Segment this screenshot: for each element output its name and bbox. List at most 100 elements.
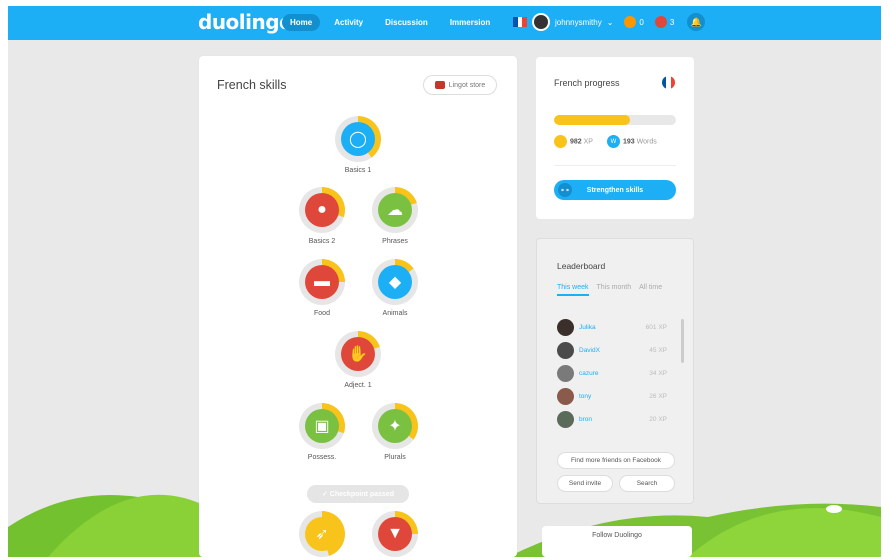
words-unit: Words (636, 138, 657, 146)
xp-unit: XP (583, 138, 593, 146)
strengthen-label: Strengthen skills (586, 186, 644, 194)
duolingo-logo[interactable]: duolingo (198, 10, 293, 34)
skill-basics-2[interactable]: ● Basics 2 (292, 187, 352, 245)
skill-label: Possess. (307, 454, 337, 461)
burger-icon: ▬ (305, 265, 339, 299)
egg-icon: ◯ (341, 122, 375, 156)
leaderboard-name[interactable]: Julika (579, 324, 646, 331)
search-button[interactable]: Search (619, 475, 675, 492)
skills-panel: French skills Lingot store ◯ Basics 1 ● … (199, 56, 517, 557)
skill-possessives[interactable]: ▣ Possess. (292, 403, 352, 461)
skill-label: Food (314, 310, 330, 317)
skill-progress-ring: ◯ (335, 116, 381, 162)
skill-progress-ring: ▣ (299, 403, 345, 449)
main-nav: Home Activity Discussion Immersion (282, 14, 498, 31)
words-value: 193 (622, 138, 635, 146)
tab-all-time[interactable]: All time (639, 284, 662, 296)
send-invite-button[interactable]: Send invite (557, 475, 613, 492)
leaderboard-xp: 26 XP (649, 392, 667, 400)
french-flag-icon (662, 76, 675, 89)
skill-label: Phrases (382, 238, 408, 245)
nav-discussion[interactable]: Discussion (377, 14, 436, 31)
lingot-count: 3 (669, 17, 675, 27)
avatar[interactable] (532, 13, 550, 31)
skill-adjectives-1[interactable]: ✋ Adject. 1 (328, 331, 388, 389)
leaderboard-row[interactable]: Julika 601 XP (557, 318, 667, 336)
nav-immersion[interactable]: Immersion (442, 14, 498, 31)
leaderboard-tabs: This week This month All time (557, 284, 662, 296)
skill-progress-ring: ✦ (372, 403, 418, 449)
leaderboard-name[interactable]: tony (579, 393, 649, 400)
progress-bar-fill (554, 115, 630, 125)
bell-icon[interactable]: 🔔 (687, 13, 706, 31)
xp-icon (554, 135, 567, 148)
streak-count: 0 (639, 17, 644, 27)
lingot-store-button[interactable]: Lingot store (423, 75, 497, 95)
xp-value: 982 (570, 138, 582, 146)
speech-bubbles-icon: ☁ (378, 193, 412, 227)
leaderboard-row[interactable]: DavidX 45 XP (557, 341, 667, 359)
skill-label: Plurals (384, 454, 406, 461)
streak-counter[interactable]: 0 (624, 16, 644, 28)
skill-progress-ring: ▼ (372, 511, 418, 557)
avatar[interactable] (557, 318, 574, 336)
skill-progress-ring: ▬ (299, 259, 345, 305)
leaderboard-panel: Leaderboard This week This month All tim… (536, 238, 694, 504)
words-icon: W (606, 135, 620, 148)
leaderboard-name[interactable]: DavidX (579, 347, 649, 354)
flame-icon (624, 16, 637, 28)
dumbbell-icon: ⚬⚬ (558, 183, 572, 197)
store-icon (434, 81, 445, 89)
checkpoint-passed-badge[interactable]: ✓ Checkpoint passed (307, 485, 409, 503)
skill-animals[interactable]: ◆ Animals (365, 259, 425, 317)
skill-progress-ring: ◆ (372, 259, 418, 305)
sock-icon: ▼ (378, 517, 412, 551)
skill-progress-ring: ✋ (335, 331, 381, 377)
chick-icon: ● (305, 193, 339, 227)
skill-phrases[interactable]: ☁ Phrases (365, 187, 425, 245)
leaderboard-row[interactable]: tony 26 XP (557, 387, 667, 405)
french-flag-icon (513, 17, 528, 27)
skill-running[interactable]: ➶ (292, 511, 352, 557)
skill-label: Basics 1 (344, 167, 372, 174)
find-friends-facebook-button[interactable]: Find more friends on Facebook (557, 452, 675, 469)
lingot-icon (654, 16, 667, 28)
avatar[interactable] (557, 410, 574, 428)
tab-this-week[interactable]: This week (557, 284, 589, 296)
app-frame: duolingo Home Activity Discussion Immers… (8, 6, 881, 557)
username[interactable]: johnnysmithy (555, 18, 602, 27)
skill-label: Animals (382, 310, 408, 317)
leaderboard-scrollbar[interactable] (681, 319, 684, 363)
nav-activity[interactable]: Activity (326, 14, 371, 31)
leaderboard-name[interactable]: cazure (579, 370, 649, 377)
avatar[interactable] (557, 341, 574, 359)
chevron-down-icon[interactable]: ⌄ (607, 18, 614, 27)
leaderboard-xp: 34 XP (649, 369, 667, 377)
skill-progress-ring: ☁ (372, 187, 418, 233)
runner-icon: ➶ (305, 517, 339, 551)
xp-stat: 982 XP (554, 135, 593, 148)
skill-progress-ring: ➶ (299, 511, 345, 557)
avatar[interactable] (557, 364, 574, 382)
leaderboard-row[interactable]: cazure 34 XP (557, 364, 667, 382)
whale-icon: ◆ (378, 265, 412, 299)
skill-basics-1[interactable]: ◯ Basics 1 (328, 116, 388, 174)
user-menu[interactable]: johnnysmithy ⌄ 0 3 🔔 (513, 13, 706, 31)
follow-panel: Follow Duolingo (542, 526, 692, 557)
tab-this-month[interactable]: This month (597, 284, 632, 296)
strengthen-skills-button[interactable]: ⚬⚬ Strengthen skills (554, 180, 676, 200)
leaderboard-name[interactable]: bron (579, 416, 649, 423)
progress-panel: French progress 982 XP W 193 Words ⚬⚬ Str… (536, 57, 694, 219)
skill-food[interactable]: ▬ Food (292, 259, 352, 317)
divider (554, 165, 676, 166)
avatar[interactable] (557, 387, 574, 405)
nav-home[interactable]: Home (282, 14, 321, 31)
progress-stats: 982 XP W 193 Words (554, 135, 657, 148)
leaderboard-row[interactable]: bron 20 XP (557, 410, 667, 428)
lingot-counter[interactable]: 3 (654, 16, 675, 28)
skill-plurals[interactable]: ✦ Plurals (365, 403, 425, 461)
leaderboard-xp: 45 XP (649, 346, 667, 354)
leaderboard-title: Leaderboard (557, 261, 606, 271)
progress-title: French progress (554, 78, 620, 88)
skill-clothing[interactable]: ▼ (365, 511, 425, 557)
